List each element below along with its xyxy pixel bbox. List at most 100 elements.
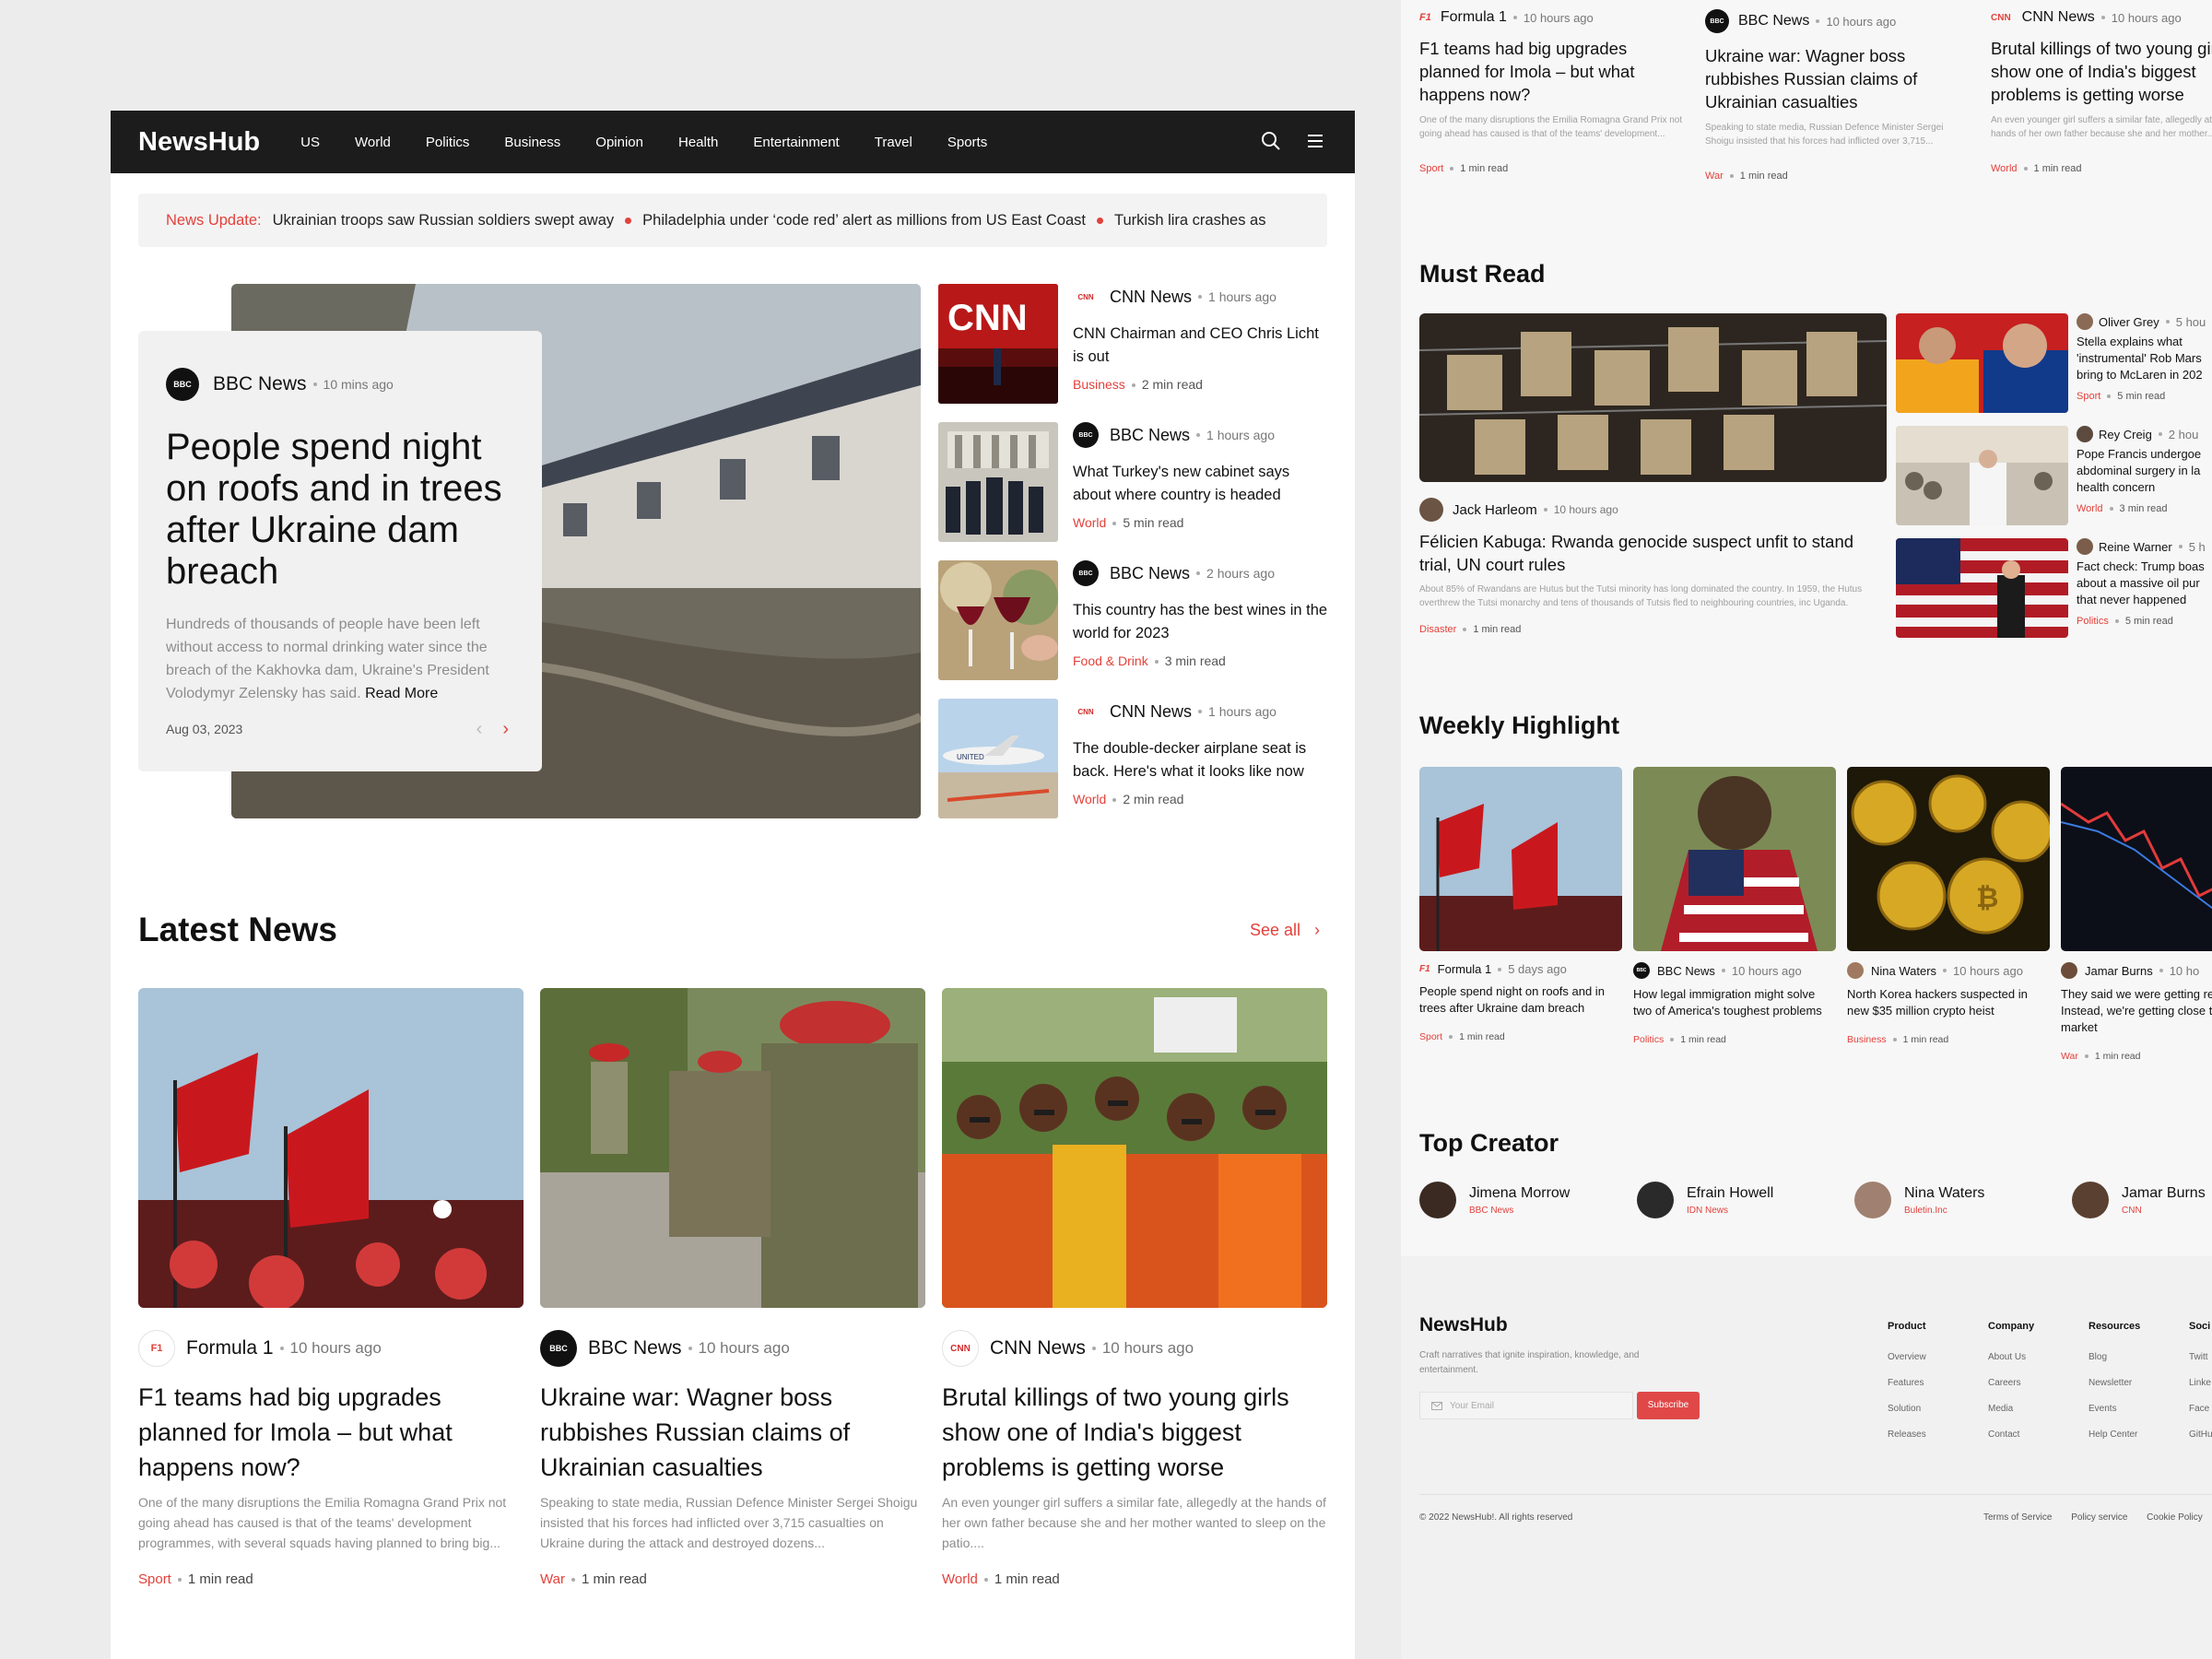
- footer-link[interactable]: Events: [2088, 1404, 2140, 1414]
- weekly-title[interactable]: North Korea hackers suspected in new $35…: [1847, 986, 2050, 1019]
- source-name[interactable]: Formula 1: [1438, 962, 1492, 976]
- category-tag[interactable]: Sport: [2077, 391, 2100, 402]
- weekly-card[interactable]: BBC BBC News 10 hours ago How legal immigr…: [1633, 767, 1836, 1045]
- must-read-title-line[interactable]: Stella explains what: [2077, 334, 2212, 350]
- cookie-policy-link[interactable]: Cookie Policy: [2147, 1512, 2203, 1523]
- category-tag[interactable]: Politics: [1633, 1034, 1664, 1045]
- nav-item-health[interactable]: Health: [678, 135, 718, 150]
- policy-link[interactable]: Policy service: [2071, 1512, 2127, 1523]
- weekly-card[interactable]: Jamar Burns 10 ho They said we were getti…: [2061, 767, 2212, 1062]
- source-name[interactable]: BBC News: [1110, 426, 1190, 445]
- side-article[interactable]: BBC BBC News 2 hours ago This country has …: [938, 560, 1327, 680]
- read-more-link[interactable]: Read More: [365, 686, 438, 701]
- author-name[interactable]: Jack Harleom: [1453, 502, 1537, 518]
- source-name[interactable]: Formula 1: [1441, 9, 1507, 26]
- footer-link[interactable]: Media: [1988, 1404, 2034, 1414]
- creator-item[interactable]: Efrain Howell IDN News: [1637, 1182, 1773, 1218]
- footer-link[interactable]: Face: [2189, 1404, 2212, 1414]
- ticker-item[interactable]: Turkish lira crashes as: [1114, 212, 1265, 229]
- hero-title[interactable]: People spend night on roofs and in trees…: [166, 427, 514, 593]
- footer-link[interactable]: Contact: [1988, 1430, 2034, 1440]
- side-article[interactable]: UNITED CNN CNN News 1 hours ago The double…: [938, 699, 1325, 818]
- ticker-item[interactable]: Philadelphia under ‘code red’ alert as m…: [642, 212, 1086, 229]
- menu-icon[interactable]: [1305, 131, 1325, 151]
- category-tag[interactable]: Business: [1847, 1034, 1887, 1045]
- nav-item-travel[interactable]: Travel: [875, 135, 912, 150]
- must-read-title-line[interactable]: 'instrumental' Rob Mars: [2077, 350, 2212, 367]
- footer-link[interactable]: GitHu: [2189, 1430, 2212, 1440]
- footer-link[interactable]: Twitt: [2189, 1352, 2212, 1362]
- brand-logo[interactable]: NewsHub: [138, 127, 260, 158]
- must-read-item[interactable]: Oliver Grey 5 hou Stella explains what'in…: [1896, 313, 2212, 413]
- creator-name[interactable]: Jamar Burns: [2122, 1185, 2206, 1202]
- nav-item-entertainment[interactable]: Entertainment: [753, 135, 839, 150]
- author-name[interactable]: Reine Warner: [2099, 540, 2172, 554]
- latest-news-card[interactable]: BBC BBC News 10 hours ago Ukraine war: Wag…: [540, 988, 925, 1587]
- source-name[interactable]: BBC News: [1657, 964, 1715, 978]
- side-article[interactable]: CNN CNN CNN News 1 hours ago CNN Chairman …: [938, 284, 1325, 404]
- side-article-title[interactable]: This country has the best wines in the w…: [1073, 599, 1331, 645]
- author-name[interactable]: Rey Creig: [2099, 428, 2152, 441]
- footer-link[interactable]: Newsletter: [2088, 1378, 2140, 1388]
- ticker-item[interactable]: Ukrainian troops saw Russian soldiers sw…: [273, 212, 615, 229]
- category-tag[interactable]: World: [2077, 503, 2103, 514]
- nav-item-us[interactable]: US: [300, 135, 320, 150]
- footer-brand[interactable]: NewsHub: [1419, 1314, 1508, 1336]
- see-all-label[interactable]: See all: [1250, 921, 1300, 939]
- footer-link[interactable]: Releases: [1888, 1430, 1926, 1440]
- weekly-title[interactable]: People spend night on roofs and in trees…: [1419, 983, 1622, 1017]
- footer-link[interactable]: Solution: [1888, 1404, 1926, 1414]
- side-article-title[interactable]: The double-decker airplane seat is back.…: [1073, 737, 1331, 783]
- source-name[interactable]: BBC News: [213, 373, 307, 395]
- footer-link[interactable]: Blog: [2088, 1352, 2140, 1362]
- subscribe-button[interactable]: Subscribe: [1637, 1392, 1700, 1419]
- latest-news-title[interactable]: Ukraine war: Wagner boss rubbishes Russi…: [540, 1380, 925, 1485]
- category-tag[interactable]: Business: [1073, 377, 1125, 392]
- category-tag[interactable]: World: [1991, 163, 2018, 174]
- email-field[interactable]: Your Email: [1419, 1392, 1633, 1419]
- weekly-card[interactable]: ₿ Nina Waters 10 hours ago North Korea ha…: [1847, 767, 2050, 1045]
- latest-news-title[interactable]: F1 teams had big upgrades planned for Im…: [138, 1380, 524, 1485]
- author-name[interactable]: Oliver Grey: [2099, 315, 2159, 329]
- nav-item-world[interactable]: World: [355, 135, 391, 150]
- must-read-item[interactable]: Reine Warner 5 h Fact check: Trump boas ab…: [1896, 538, 2212, 638]
- category-tag[interactable]: War: [1705, 171, 1724, 182]
- chevron-left-icon[interactable]: ‹: [477, 719, 483, 740]
- creator-item[interactable]: Jimena Morrow BBC News: [1419, 1182, 1570, 1218]
- hero-article-card[interactable]: BBC BBC News 10 mins ago People spend ni…: [138, 331, 542, 771]
- source-name[interactable]: BBC News: [1110, 564, 1190, 583]
- category-tag[interactable]: Politics: [2077, 616, 2109, 627]
- must-read-title-line[interactable]: Pope Francis undergoe: [2077, 446, 2212, 463]
- source-name[interactable]: Jamar Burns: [2085, 964, 2153, 978]
- must-read-item[interactable]: Rey Creig 2 hou Pope Francis undergoe abdo…: [1896, 426, 2212, 525]
- creator-item[interactable]: Nina Waters Buletin.Inc: [1854, 1182, 1984, 1218]
- side-article-title[interactable]: What Turkey's new cabinet says about whe…: [1073, 461, 1331, 507]
- nav-item-business[interactable]: Business: [504, 135, 560, 150]
- weekly-title[interactable]: How legal immigration might solve two of…: [1633, 986, 1836, 1019]
- top-article[interactable]: BBC BBC News 10 hours ago Ukraine war: Wag…: [1705, 0, 1972, 182]
- category-tag[interactable]: Sport: [1419, 163, 1443, 174]
- source-name[interactable]: Nina Waters: [1871, 964, 1936, 978]
- category-tag[interactable]: Sport: [138, 1571, 171, 1587]
- category-tag[interactable]: World: [1073, 515, 1106, 530]
- creator-name[interactable]: Jimena Morrow: [1469, 1185, 1570, 1202]
- search-icon[interactable]: [1261, 131, 1281, 151]
- category-tag[interactable]: Sport: [1419, 1031, 1442, 1042]
- top-article[interactable]: F1 Formula 1 10 hours ago F1 teams had big…: [1419, 0, 1687, 174]
- nav-item-politics[interactable]: Politics: [426, 135, 470, 150]
- source-name[interactable]: BBC News: [588, 1337, 682, 1359]
- creator-name[interactable]: Nina Waters: [1904, 1185, 1984, 1202]
- source-name[interactable]: CNN News: [2022, 9, 2095, 26]
- chevron-right-icon[interactable]: ›: [502, 719, 509, 740]
- must-read-title-line[interactable]: bring to McLaren in 202: [2077, 367, 2212, 383]
- weekly-title[interactable]: They said we were getting recession. Ins…: [2061, 986, 2212, 1036]
- nav-item-opinion[interactable]: Opinion: [595, 135, 643, 150]
- must-read-title-line[interactable]: abdominal surgery in la: [2077, 463, 2212, 479]
- footer-link[interactable]: Help Center: [2088, 1430, 2140, 1440]
- weekly-card[interactable]: F1 Formula 1 5 days ago People spend night…: [1419, 767, 1622, 1042]
- latest-news-card[interactable]: F1 Formula 1 10 hours ago F1 teams had big…: [138, 988, 524, 1587]
- must-read-main-title[interactable]: Félicien Kabuga: Rwanda genocide suspect…: [1419, 530, 1889, 576]
- footer-link[interactable]: About Us: [1988, 1352, 2034, 1362]
- footer-link[interactable]: Overview: [1888, 1352, 1926, 1362]
- footer-link[interactable]: Careers: [1988, 1378, 2034, 1388]
